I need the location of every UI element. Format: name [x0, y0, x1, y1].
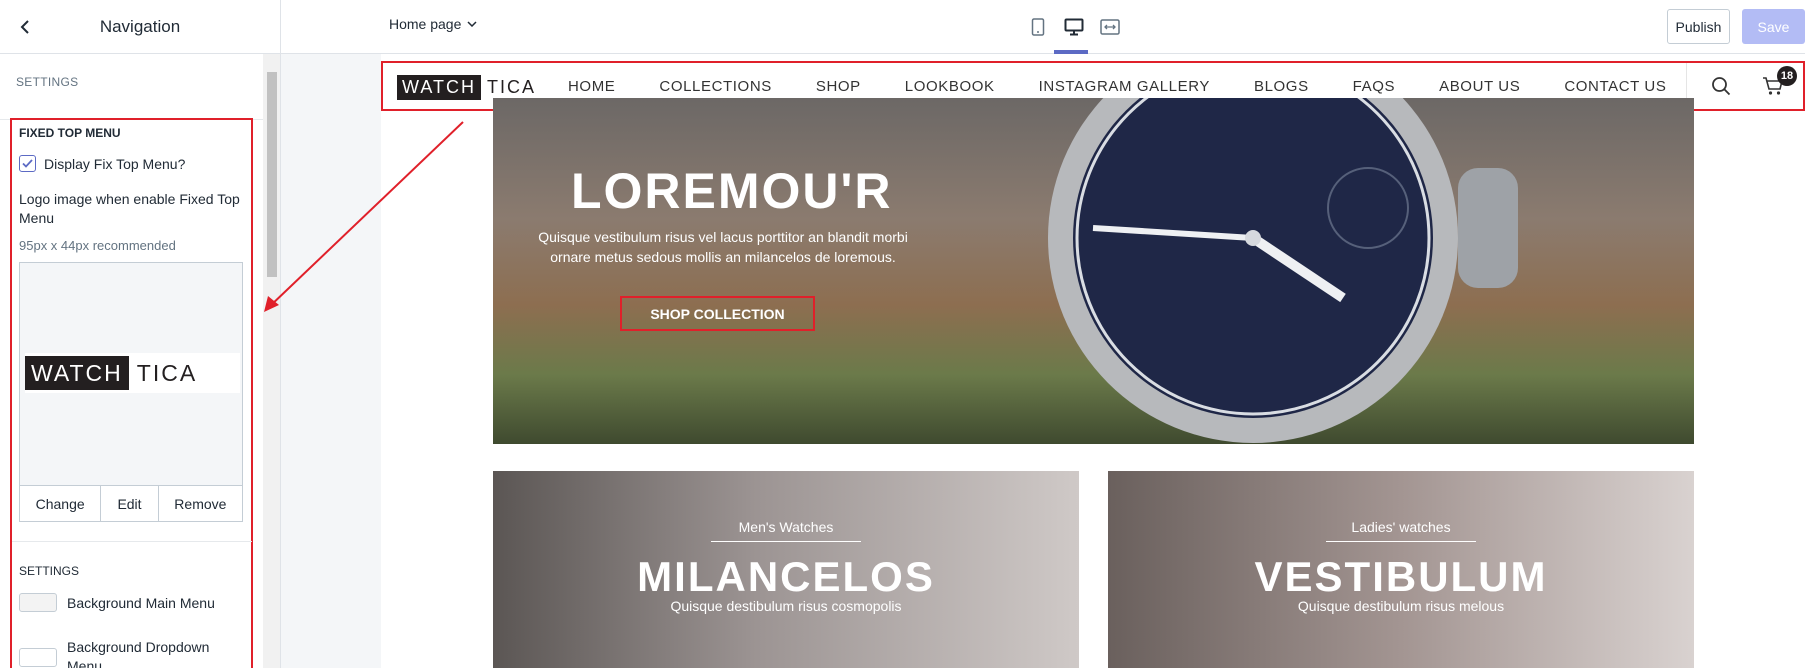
device-preview-toggle: [1026, 0, 1122, 54]
logo-text-dark: WATCH: [397, 74, 481, 100]
theme-settings-sidebar: Navigation SETTINGS FIXED TOP MENU Displ…: [0, 0, 281, 668]
back-button[interactable]: [10, 12, 40, 42]
card-title: VESTIBULUM: [1254, 553, 1548, 600]
nav-item-contact-us[interactable]: CONTACT US: [1542, 78, 1688, 95]
logo-image-preview[interactable]: WATCH TICA: [19, 262, 243, 486]
nav-item-lookbook[interactable]: LOOKBOOK: [883, 78, 1017, 95]
chevron-down-icon: [467, 21, 477, 27]
nav-item-collections[interactable]: COLLECTIONS: [637, 78, 793, 95]
color-row-label: Background Main Menu: [67, 594, 215, 611]
sidebar-body: SETTINGS: [0, 54, 264, 120]
watchtica-logo: WATCH TICA: [25, 353, 240, 393]
watch-image: [1048, 98, 1518, 443]
divider: [12, 541, 252, 542]
color-row-label: Background Dropdown Menu: [67, 639, 210, 668]
page-selector-value: Home page: [389, 16, 462, 32]
publish-button[interactable]: Publish: [1667, 9, 1730, 44]
color-swatch[interactable]: [19, 593, 57, 612]
shop-collection-button[interactable]: SHOP COLLECTION: [620, 296, 815, 331]
sidebar-header: Navigation: [0, 0, 280, 54]
background-dropdown-menu-color[interactable]: Background Dropdown Menu: [19, 638, 227, 668]
desktop-icon[interactable]: [1062, 15, 1086, 39]
nav-item-home[interactable]: HOME: [546, 78, 637, 95]
logo-size-hint: 95px x 44px recommended: [19, 238, 176, 253]
checkbox-label: Display Fix Top Menu?: [44, 155, 186, 172]
fullscreen-icon[interactable]: [1098, 15, 1122, 39]
card-kicker: Men's Watches: [493, 519, 1079, 542]
scrollbar-thumb[interactable]: [267, 72, 277, 277]
remove-logo-button[interactable]: Remove: [159, 486, 242, 521]
collection-card-mens[interactable]: Men's Watches MILANCELOS Quisque destibu…: [493, 471, 1079, 668]
editor-topbar: Home page Publish Save: [281, 0, 1805, 54]
mobile-icon[interactable]: [1026, 15, 1050, 39]
save-button[interactable]: Save: [1742, 9, 1805, 44]
collection-card-ladies[interactable]: Ladies' watches VESTIBULUM Quisque desti…: [1108, 471, 1694, 668]
edit-logo-button[interactable]: Edit: [101, 486, 159, 521]
chevron-left-icon: [20, 20, 29, 34]
cart-icon[interactable]: 18: [1753, 66, 1797, 96]
display-fix-top-menu-checkbox[interactable]: Display Fix Top Menu?: [19, 155, 185, 172]
card-subtitle: Quisque destibulum risus melous: [1297, 598, 1505, 614]
card-subtitle: Quisque destibulum risus cosmopolis: [670, 598, 902, 614]
theme-preview: WATCH TICA HOME COLLECTIONS SHOP LOOKBOO…: [381, 54, 1805, 668]
card-kicker: Ladies' watches: [1108, 519, 1694, 542]
color-swatch[interactable]: [19, 648, 57, 667]
nav-item-shop[interactable]: SHOP: [794, 78, 883, 95]
settings-subsection-title: SETTINGS: [19, 564, 80, 578]
header-icons: 18: [1686, 62, 1805, 110]
logo-text-light: TICA: [136, 359, 198, 386]
hero-slideshow[interactable]: LOREMOU'R Quisque vestibulum risus vel l…: [493, 98, 1694, 444]
nav-item-blogs[interactable]: BLOGS: [1232, 78, 1331, 95]
hero-title: LOREMOU'R: [571, 163, 893, 219]
card-kicker-text: Ladies' watches: [1351, 519, 1451, 535]
sidebar-title: Navigation: [99, 16, 181, 36]
sidebar-scrollbar[interactable]: [263, 54, 280, 668]
nav-item-faqs[interactable]: FAQS: [1331, 78, 1417, 95]
store-logo[interactable]: WATCH TICA: [397, 74, 537, 100]
logo-actions: Change Edit Remove: [19, 486, 243, 522]
cart-count-badge: 18: [1777, 66, 1797, 86]
logo-text-dark: WATCH: [25, 356, 129, 390]
nav-item-instagram-gallery[interactable]: INSTAGRAM GALLERY: [1017, 78, 1232, 95]
change-logo-button[interactable]: Change: [20, 486, 102, 521]
background-main-menu-color[interactable]: Background Main Menu: [19, 593, 215, 612]
logo-image-label: Logo image when enable Fixed Top Menu: [19, 191, 240, 226]
nav-item-about-us[interactable]: ABOUT US: [1417, 78, 1542, 95]
checkbox-checked-icon[interactable]: [19, 155, 36, 172]
fixed-top-menu-title: FIXED TOP MENU: [19, 126, 121, 140]
logo-text-light: TICA: [486, 76, 536, 97]
hero-subtitle: Quisque vestibulum risus vel lacus portt…: [538, 229, 908, 265]
search-icon[interactable]: [1697, 76, 1745, 96]
page-selector[interactable]: Home page: [389, 16, 477, 32]
card-title: MILANCELOS: [637, 553, 935, 600]
settings-section-label: SETTINGS: [0, 54, 264, 120]
card-kicker-text: Men's Watches: [738, 519, 834, 535]
